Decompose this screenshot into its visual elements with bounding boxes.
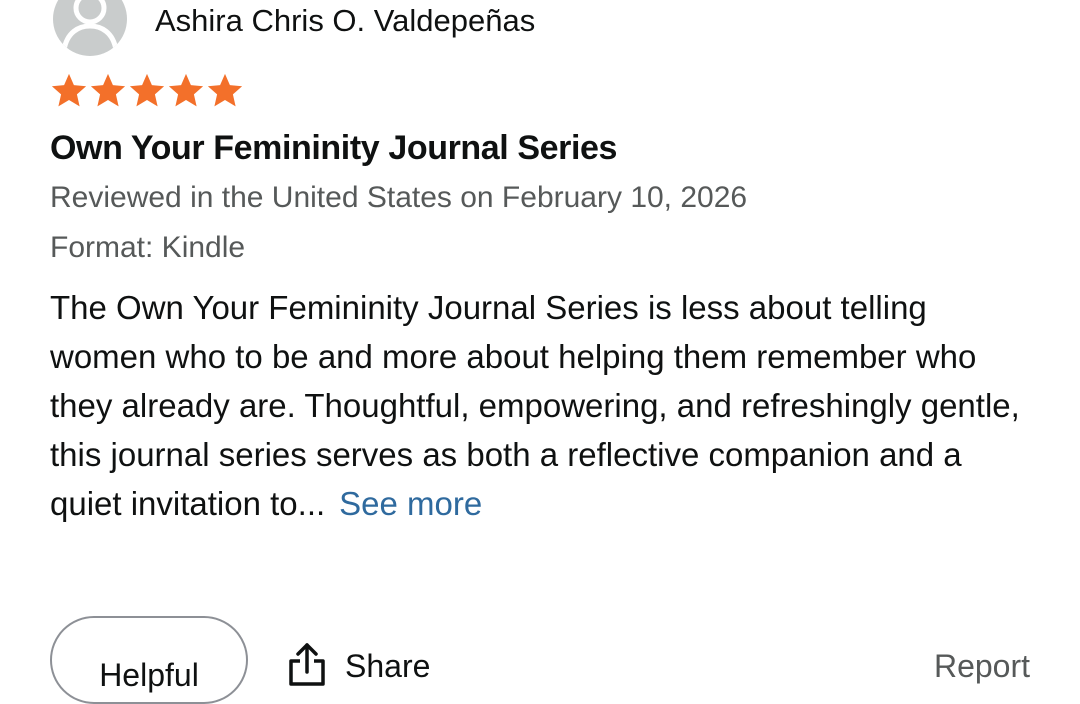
star-icon xyxy=(129,73,165,107)
star-icon xyxy=(207,73,243,107)
star-icon xyxy=(51,73,87,107)
person-silhouette-icon xyxy=(61,0,119,51)
review-actions: Helpful Share Report xyxy=(0,616,1080,704)
reviewer-profile[interactable]: Ashira Chris O. Valdepeñas xyxy=(53,0,535,58)
share-button[interactable]: Share xyxy=(287,642,430,686)
review-title: Own Your Femininity Journal Series xyxy=(50,129,618,167)
avatar[interactable] xyxy=(53,0,127,56)
share-label: Share xyxy=(345,648,431,684)
review-body-text: The Own Your Femininity Journal Series i… xyxy=(50,289,1020,522)
review-format: Format: Kindle xyxy=(50,231,246,264)
see-more-link[interactable]: See more xyxy=(339,485,482,522)
helpful-button[interactable]: Helpful xyxy=(50,616,248,704)
review-date: Reviewed in the United States on Februar… xyxy=(50,181,748,214)
star-icon xyxy=(168,73,204,107)
review-body: The Own Your Femininity Journal Series i… xyxy=(50,283,1040,528)
star-rating xyxy=(50,72,244,110)
report-link[interactable]: Report xyxy=(934,648,1030,685)
star-icon xyxy=(90,73,126,107)
share-icon xyxy=(289,643,325,686)
customer-review: Ashira Chris O. Valdepeñas Own Your Femi… xyxy=(0,0,1080,704)
reviewer-name[interactable]: Ashira Chris O. Valdepeñas xyxy=(155,3,535,39)
